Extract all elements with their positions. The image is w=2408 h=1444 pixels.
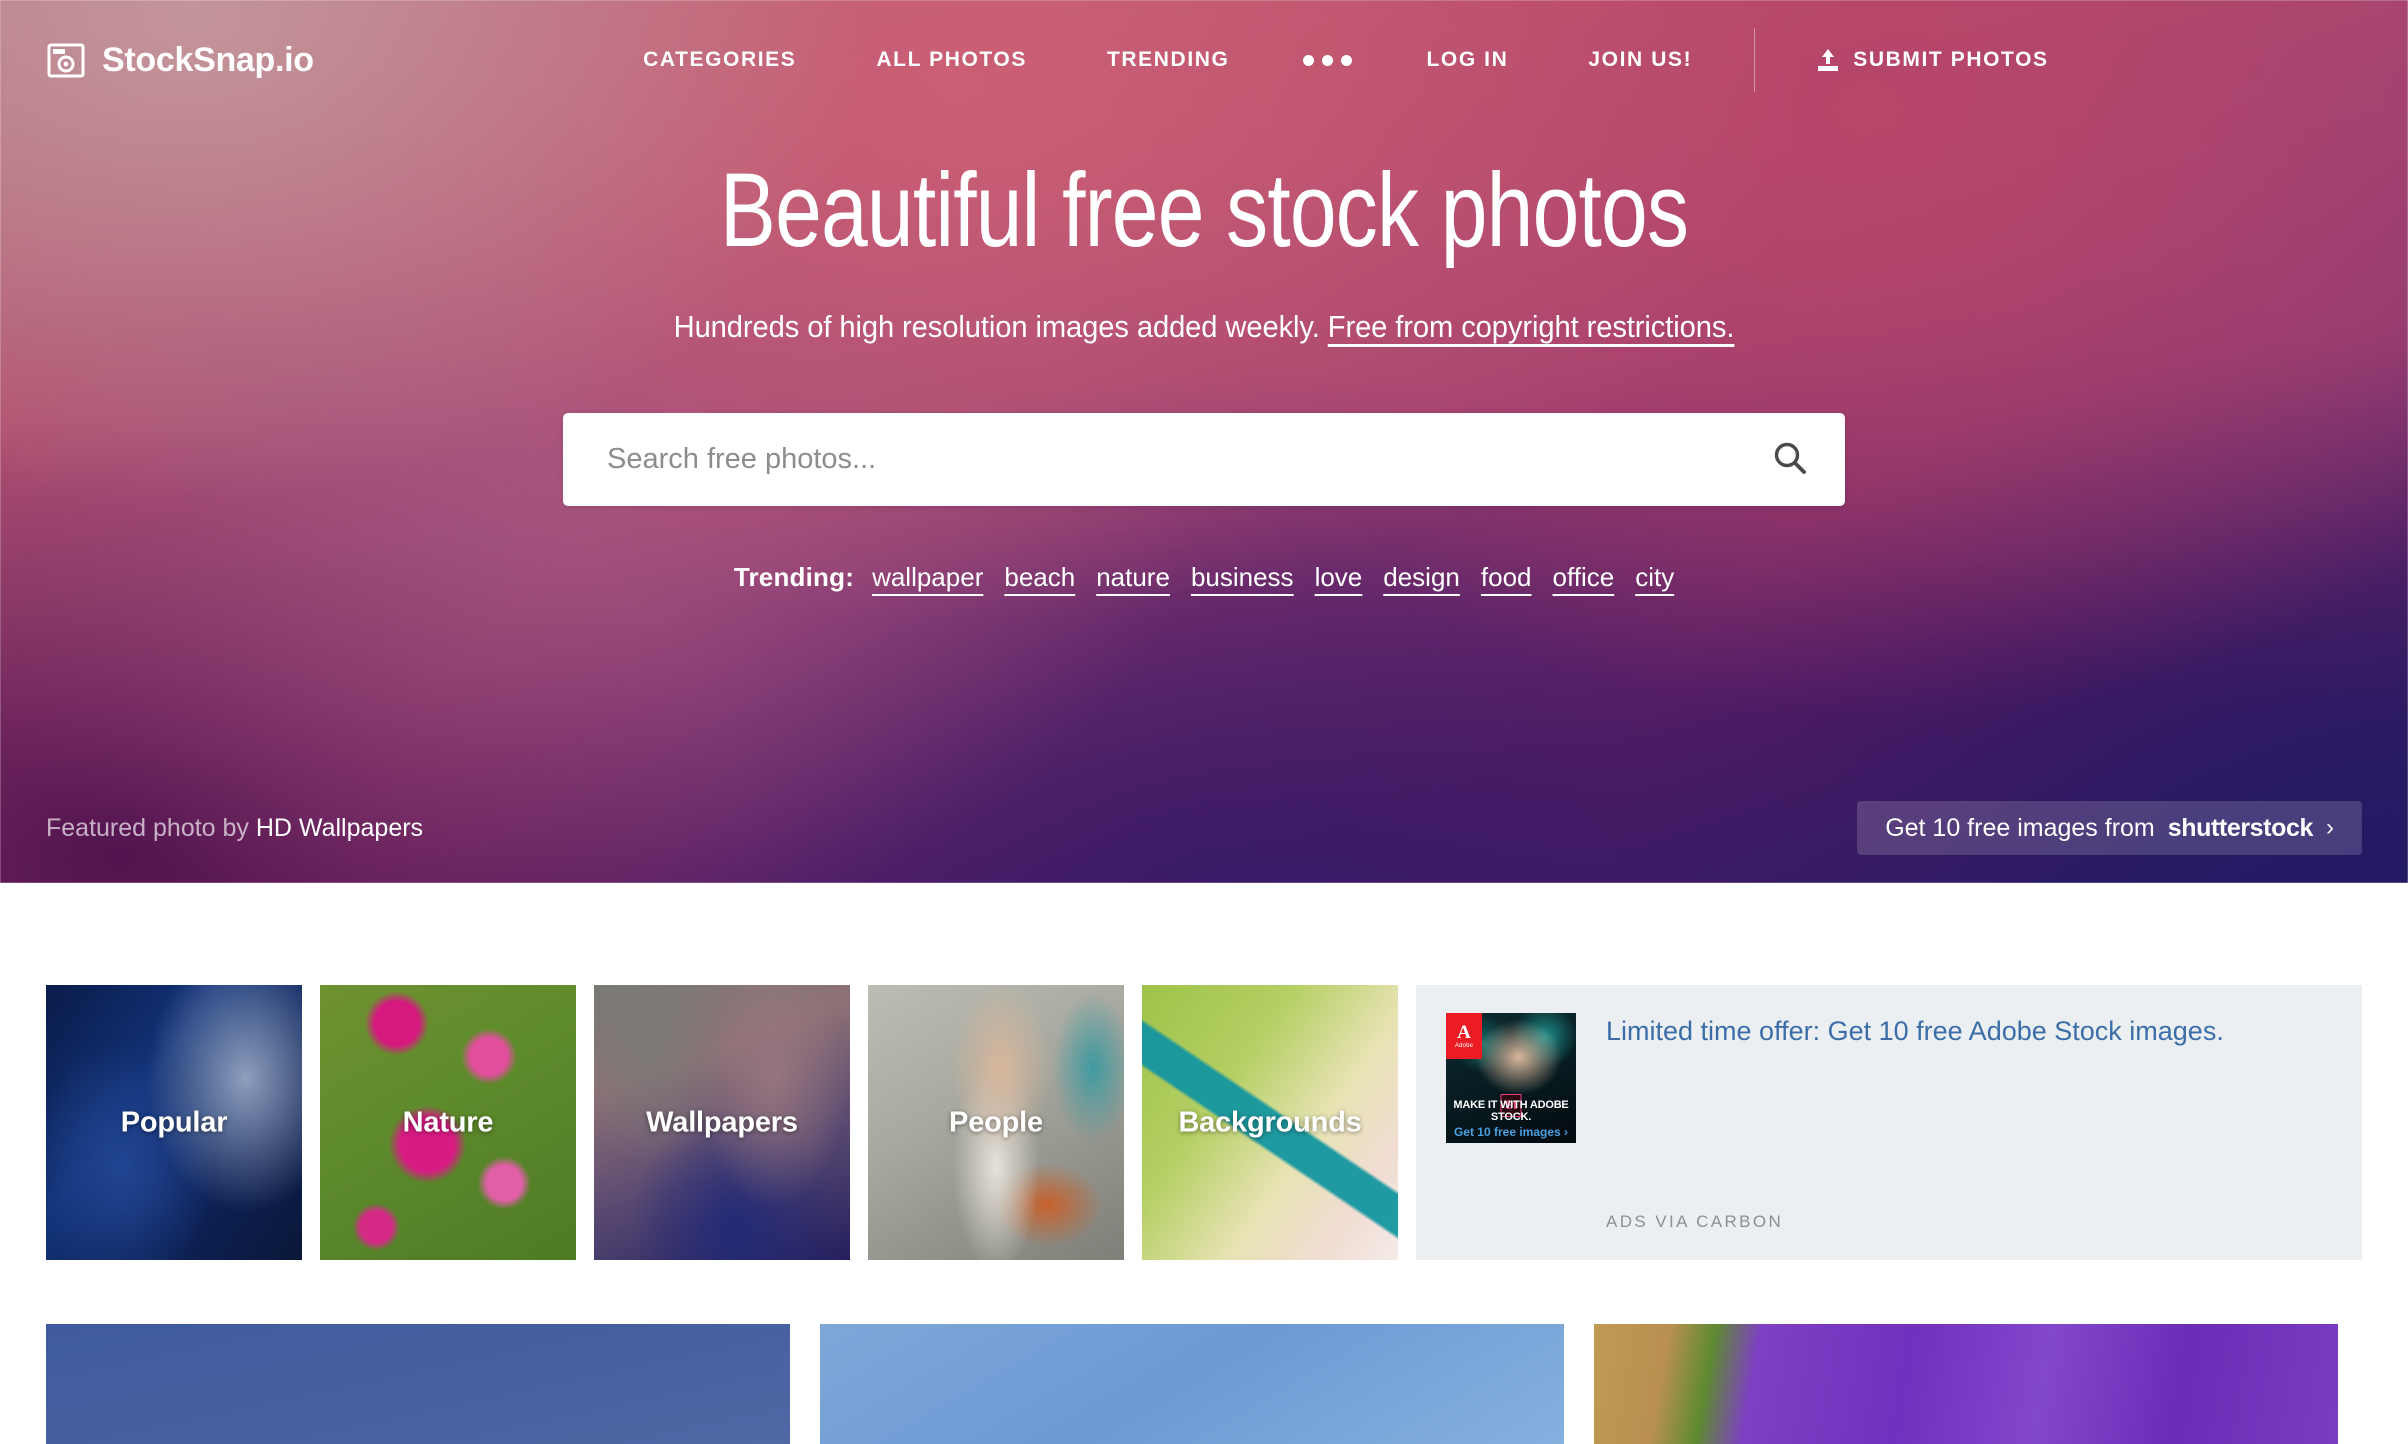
trending-tag-nature[interactable]: nature [1096,562,1170,593]
site-logo-text: StockSnap.io [102,40,314,79]
shutterstock-promo-button[interactable]: Get 10 free images from shutterstock › [1857,801,2362,855]
camera-icon [46,40,86,80]
trending-tag-design[interactable]: design [1383,562,1460,593]
adobe-logo-icon: A Adobe [1446,1013,1482,1059]
main-navigation: StockSnap.io CATEGORIES ALL PHOTOS TREND… [0,0,2408,120]
category-row: Popular Nature Wallpapers People Backgro… [46,883,2362,1260]
nav-divider [1754,28,1756,92]
category-card-people[interactable]: People [868,985,1124,1260]
chevron-right-icon: › [2326,814,2334,841]
trending-tag-love[interactable]: love [1315,562,1363,593]
ad-creative-headline: MAKE IT WITH ADOBE STOCK. [1453,1099,1569,1123]
photo-card[interactable] [820,1324,1564,1444]
trending-tags: Trending: wallpaper beach nature busines… [0,562,2408,593]
trending-tag-wallpaper[interactable]: wallpaper [872,562,983,593]
hero-subtitle-text: Hundreds of high resolution images added… [673,309,1320,345]
category-card-backgrounds[interactable]: Backgrounds [1142,985,1398,1260]
category-card-nature[interactable]: Nature [320,985,576,1260]
search-input[interactable] [607,443,1763,477]
trending-tag-office[interactable]: office [1553,562,1615,593]
ad-creative-cta: Get 10 free images › [1453,1125,1569,1139]
category-label: Backgrounds [1178,1106,1362,1138]
upload-icon [1817,48,1839,72]
shutterstock-promo-text: Get 10 free images from [1885,813,2155,842]
hero-footer: Featured photo by HD Wallpapers Get 10 f… [0,773,2408,883]
category-label: Wallpapers [646,1106,798,1138]
photo-card[interactable] [46,1324,790,1444]
trending-tag-business[interactable]: business [1191,562,1294,593]
hero-subtitle: Hundreds of high resolution images added… [72,309,2336,345]
adobe-logo-text: Adobe [1454,1043,1474,1049]
photo-grid-row [46,1260,2362,1444]
featured-photo-credit: Featured photo by HD Wallpapers [46,814,423,843]
ad-creative-overlay: MAKE IT WITH ADOBE STOCK. Get 10 free im… [1446,1099,1576,1139]
nav-item-log-in[interactable]: LOG IN [1386,48,1548,72]
page-title: Beautiful free stock photos [719,152,1689,269]
search-bar[interactable] [563,413,1845,507]
trending-tag-food[interactable]: food [1481,562,1532,593]
featured-photo-author[interactable]: HD Wallpapers [256,814,423,842]
trending-tag-city[interactable]: city [1635,562,1674,593]
trending-tag-beach[interactable]: beach [1004,562,1075,593]
category-label: Popular [120,1106,228,1138]
category-card-popular[interactable]: Popular [46,985,302,1260]
nav-item-all-photos[interactable]: ALL PHOTOS [836,48,1067,72]
nav-item-join-us[interactable]: JOIN US! [1548,48,1732,72]
nav-item-categories[interactable]: CATEGORIES [603,48,836,72]
photo-card[interactable] [1594,1324,2338,1444]
ad-creative-image[interactable]: A Adobe St MAKE IT WITH ADOBE STOCK. Get… [1446,1013,1576,1143]
submit-photos-label: SUBMIT PHOTOS [1853,48,2049,71]
advertisement-panel[interactable]: A Adobe St MAKE IT WITH ADOBE STOCK. Get… [1416,985,2362,1260]
ellipsis-icon[interactable] [1269,54,1386,66]
ad-headline[interactable]: Limited time offer: Get 10 free Adobe St… [1606,1013,2332,1050]
search-button[interactable] [1773,441,1807,478]
trending-label: Trending: [733,562,855,593]
ad-attribution: ADS VIA CARBON [1606,1212,1784,1231]
adobe-logo-mark: A [1457,1022,1471,1043]
category-label: People [949,1106,1043,1138]
hero-section: StockSnap.io CATEGORIES ALL PHOTOS TREND… [0,0,2408,883]
ad-body: Limited time offer: Get 10 free Adobe St… [1606,1013,2332,1232]
nav-item-trending[interactable]: TRENDING [1067,48,1269,72]
site-logo[interactable]: StockSnap.io [46,40,314,80]
shutterstock-brand: shutterstock [2167,813,2314,842]
category-card-wallpapers[interactable]: Wallpapers [594,985,850,1260]
category-label: Nature [402,1106,494,1138]
nav-links: CATEGORIES ALL PHOTOS TRENDING LOG IN JO… [314,28,2362,92]
hero-content: Beautiful free stock photos Hundreds of … [0,120,2408,593]
main-content: Popular Nature Wallpapers People Backgro… [0,883,2408,1444]
search-icon [1773,441,1807,478]
copyright-link[interactable]: Free from copyright restrictions. [1328,309,1735,344]
submit-photos-button[interactable]: SUBMIT PHOTOS [1777,48,2072,72]
featured-photo-prefix: Featured photo by [46,813,249,842]
